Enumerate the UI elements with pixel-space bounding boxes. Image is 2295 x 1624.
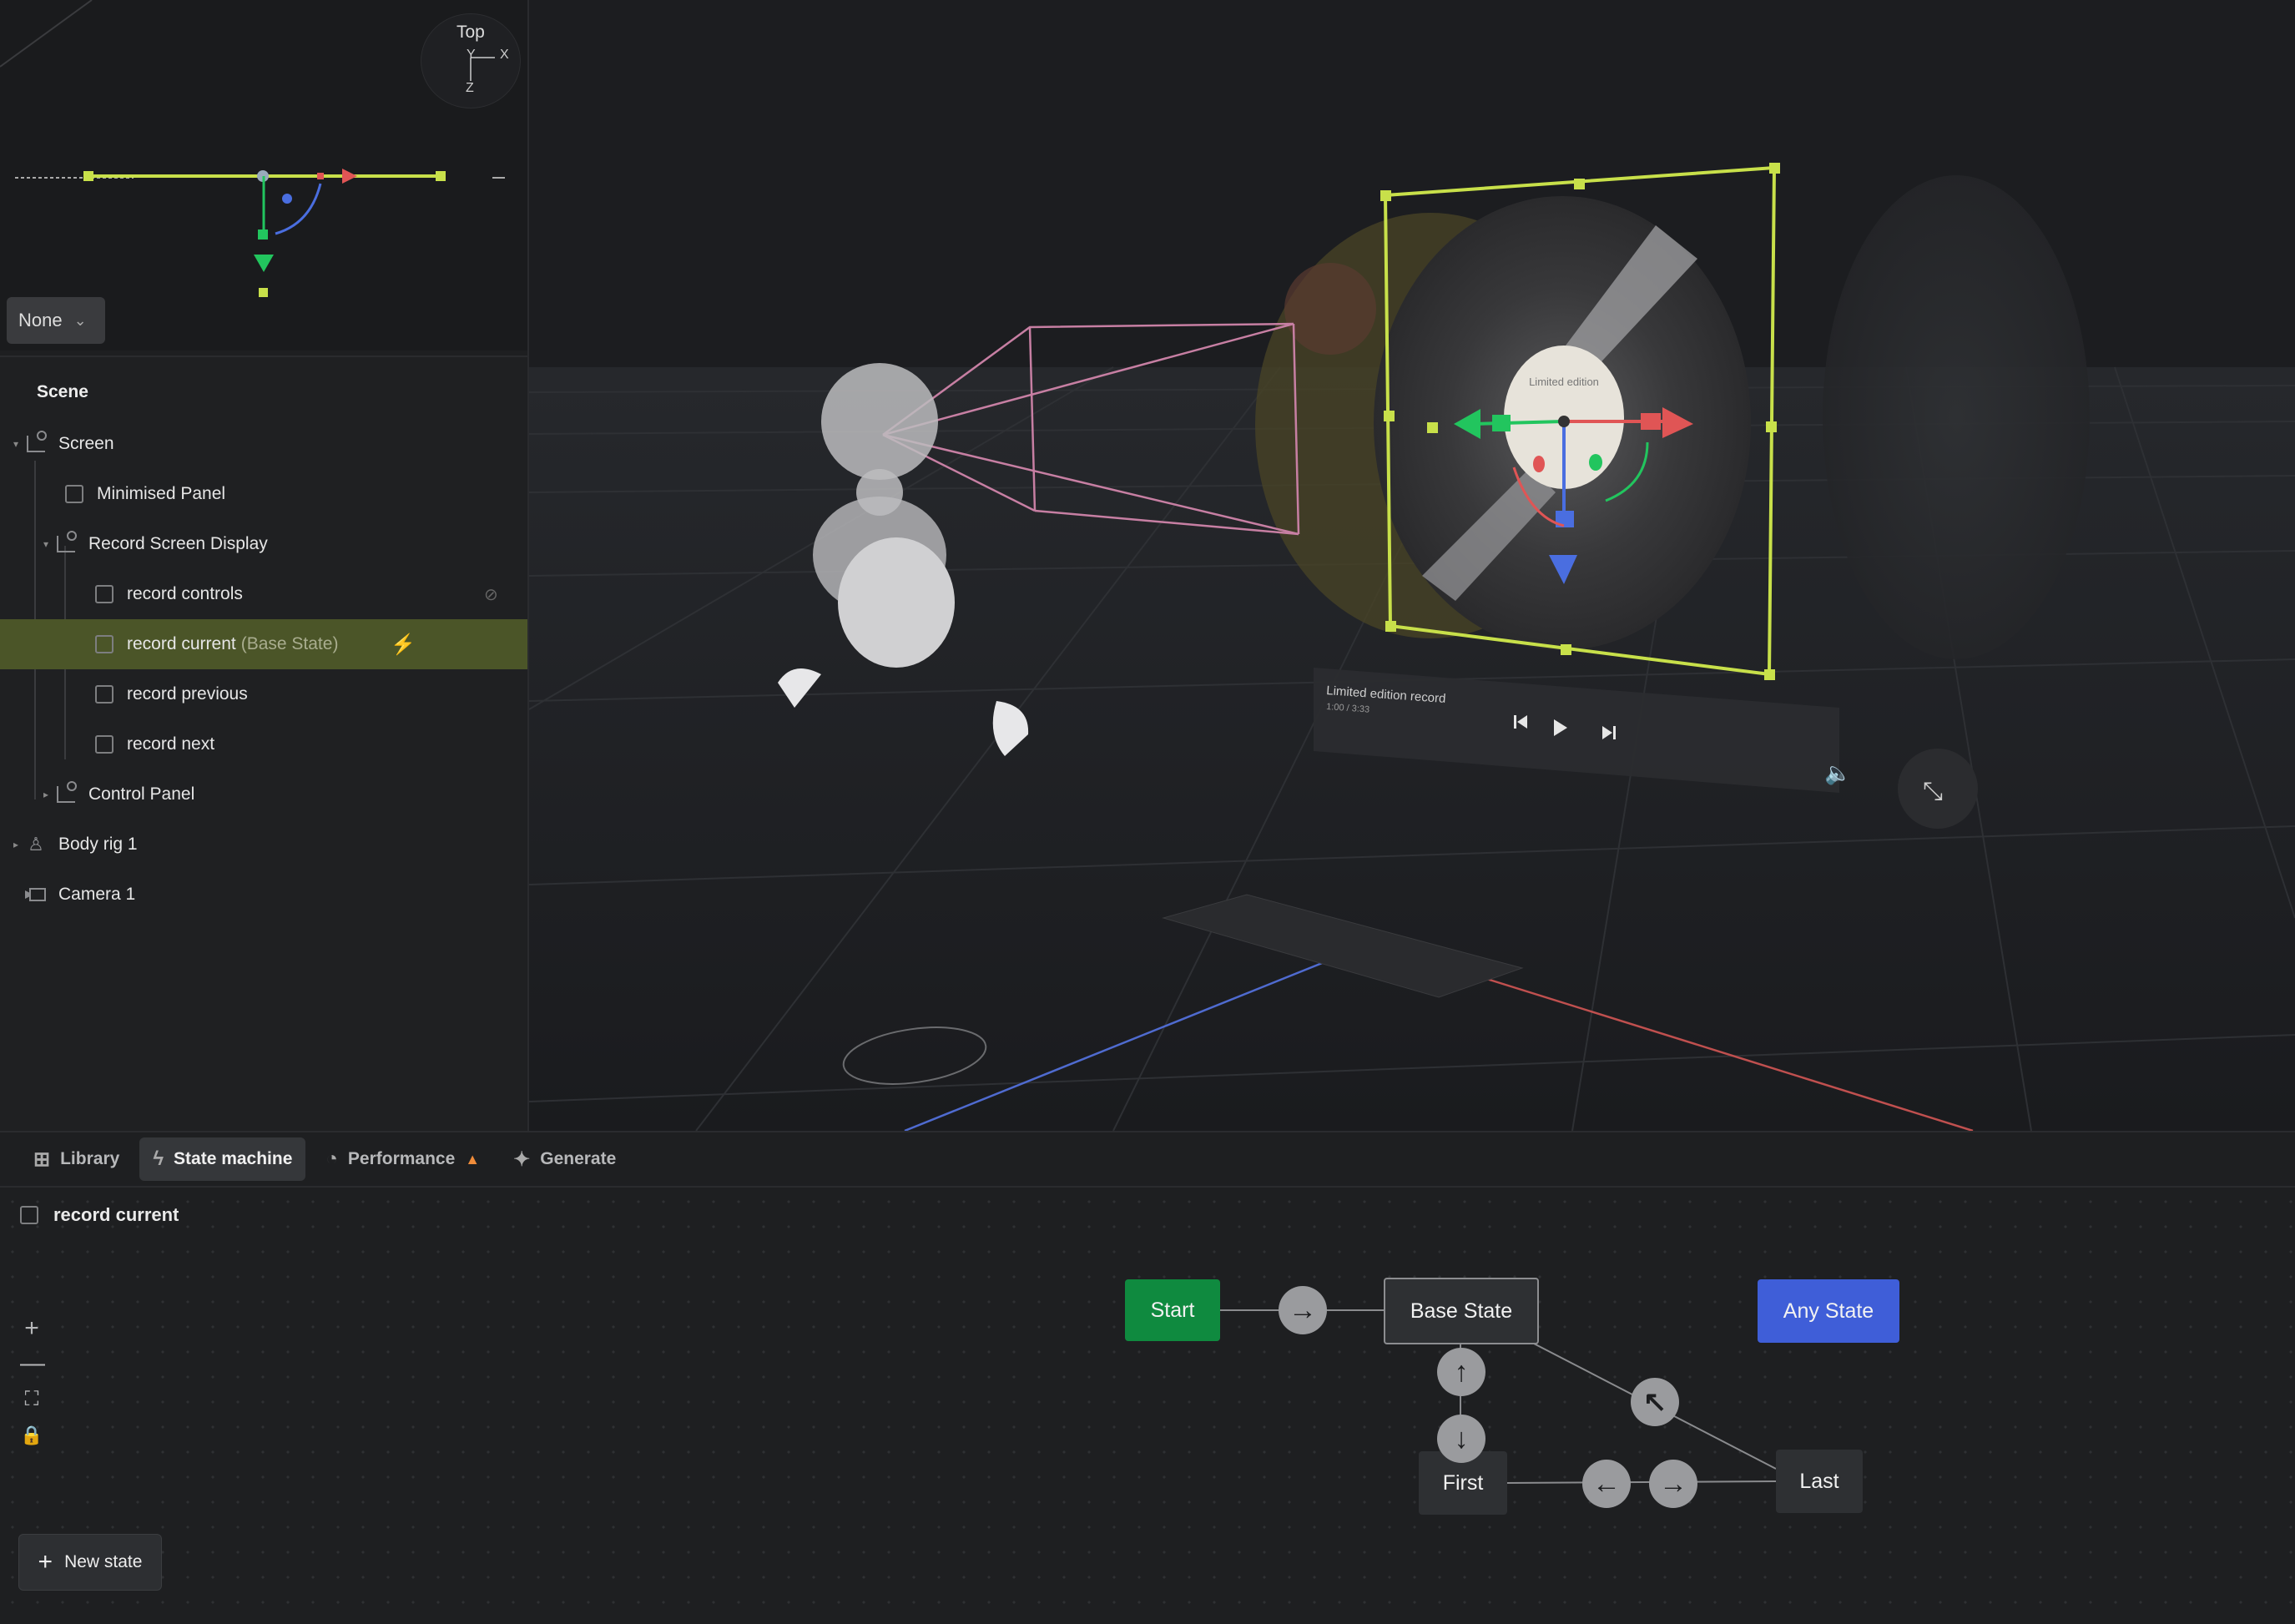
tab-state-machine-label: State machine [174, 1149, 293, 1168]
checkbox[interactable] [95, 635, 113, 653]
group-icon [55, 531, 77, 555]
scene-title: Scene [37, 382, 88, 401]
state-base[interactable]: Base State [1384, 1278, 1539, 1344]
tab-generate-label: Generate [540, 1149, 617, 1168]
transition-lines [1220, 1309, 1777, 1484]
hidden-eye-icon[interactable]: ⊘ [484, 584, 498, 605]
tree-item-label: record previous [127, 684, 248, 704]
tree-item-control-panel[interactable]: ▸ Control Panel [0, 769, 527, 820]
tab-state-machine[interactable]: ϟ State machine [139, 1137, 306, 1181]
tree-item-label: Record Screen Display [88, 534, 268, 553]
tree-item-label: Camera 1 [58, 885, 136, 904]
tree-item-label: Screen [58, 434, 114, 453]
bottom-panel: ⊞ Library ϟ State machine ◔ Performance … [0, 1131, 2295, 1624]
tree-item-label: Body rig 1 [58, 835, 138, 854]
state-start-label: Start [1150, 1298, 1195, 1322]
transition-last-to-base-arrow-up-left-icon[interactable]: ↖ [1631, 1378, 1679, 1426]
state-any-label: Any State [1783, 1299, 1874, 1323]
state-any[interactable]: Any State [1758, 1279, 1899, 1343]
volume-icon[interactable]: 🔈 [1824, 761, 1851, 786]
checkbox[interactable] [95, 585, 113, 603]
tree-item-record-controls[interactable]: record controls ⊘ [0, 569, 527, 619]
group-icon [25, 431, 47, 455]
checkbox[interactable] [65, 485, 83, 503]
viewport-scene: Limited edition Limited edition record 1… [529, 0, 2295, 1131]
tab-performance[interactable]: ◔ Performance ▲ [312, 1137, 493, 1181]
collapse-icon[interactable]: ▾ [43, 538, 55, 550]
library-icon: ⊞ [33, 1147, 51, 1171]
state-last-label: Last [1799, 1469, 1839, 1493]
ghost-record-next [1823, 175, 2090, 659]
transition-start-to-base-arrow-right-icon[interactable]: → [1279, 1286, 1327, 1334]
orientation-gizmo[interactable]: Top Y X Z [421, 13, 521, 108]
base-state-hint: (Base State) [240, 634, 339, 653]
tree-item-label: Control Panel [88, 784, 195, 804]
bolt-icon: ϟ [153, 1147, 164, 1170]
tree-item-screen[interactable]: ▾ Screen [0, 419, 527, 469]
tree-item-body-rig[interactable]: ▸ ♙ Body rig 1 [0, 820, 527, 870]
tree-item-label: record next [127, 734, 215, 754]
tree-item-minimised-panel[interactable]: Minimised Panel [0, 469, 527, 519]
tree-item-record-next[interactable]: record next [0, 719, 527, 769]
left-panel: Top Y X Z None ⌄ Scene ▾ Screen Minimise [0, 0, 529, 1132]
state-start[interactable]: Start [1125, 1279, 1220, 1341]
view-mode-dropdown[interactable]: None ⌄ [7, 297, 105, 344]
gauge-icon: ◔ [325, 1147, 338, 1170]
expand-icon[interactable]: ▸ [43, 789, 55, 800]
group-icon [55, 781, 77, 805]
tree-item-label: record current [127, 634, 236, 653]
tree-item-camera[interactable]: Camera 1 [0, 870, 527, 920]
tree-item-record-screen-display[interactable]: ▾ Record Screen Display [0, 519, 527, 569]
tree-item-record-current[interactable]: record current (Base State) ⚡ [0, 619, 527, 669]
record-label-text: Limited edition [1529, 376, 1599, 388]
warning-icon: ▲ [465, 1150, 481, 1168]
body-rig-icon: ♙ [28, 834, 44, 855]
state-machine-bolt-icon: ⚡ [391, 633, 416, 656]
transition-base-to-first-arrow-down-icon[interactable]: ↓ [1437, 1415, 1485, 1463]
state-last[interactable]: Last [1776, 1450, 1863, 1513]
tree-item-label: Minimised Panel [97, 484, 226, 503]
tree-item-record-previous[interactable]: record previous [0, 669, 527, 719]
chevron-down-icon: ⌄ [73, 311, 87, 329]
state-machine-canvas[interactable]: record current + — ⛶ 🔒 + New state Start… [0, 1189, 2295, 1624]
tab-generate[interactable]: ✦ Generate [500, 1137, 629, 1181]
state-first-label: First [1442, 1470, 1484, 1495]
checkbox[interactable] [95, 685, 113, 704]
transition-first-to-base-arrow-up-icon[interactable]: ↑ [1437, 1348, 1485, 1396]
tab-performance-label: Performance [347, 1149, 456, 1168]
top-view-minimap[interactable]: Top Y X Z None ⌄ [0, 0, 527, 351]
bottom-tab-bar: ⊞ Library ϟ State machine ◔ Performance … [0, 1132, 2295, 1188]
scene-hierarchy-panel: Scene ▾ Screen Minimised Panel ▾ Record … [0, 356, 527, 1132]
transition-first-to-last-arrow-right-icon[interactable]: → [1649, 1460, 1697, 1508]
collapse-icon[interactable]: ▾ [13, 438, 25, 450]
sparkle-icon: ✦ [513, 1147, 531, 1171]
tab-library-label: Library [60, 1149, 120, 1168]
tab-library[interactable]: ⊞ Library [20, 1137, 133, 1181]
tree-item-label: record controls [127, 584, 243, 603]
3d-viewport[interactable]: Limited edition Limited edition record 1… [529, 0, 2295, 1131]
camera-icon [25, 884, 47, 905]
transition-last-to-first-arrow-left-icon[interactable]: ← [1582, 1460, 1631, 1508]
minimise-arrows-icon[interactable]: ⤡ [1923, 777, 1943, 806]
state-base-label: Base State [1410, 1299, 1513, 1323]
checkbox[interactable] [95, 735, 113, 754]
expand-icon[interactable]: ▸ [13, 839, 25, 850]
gizmo-axes [470, 57, 495, 81]
view-mode-value: None [18, 310, 63, 330]
